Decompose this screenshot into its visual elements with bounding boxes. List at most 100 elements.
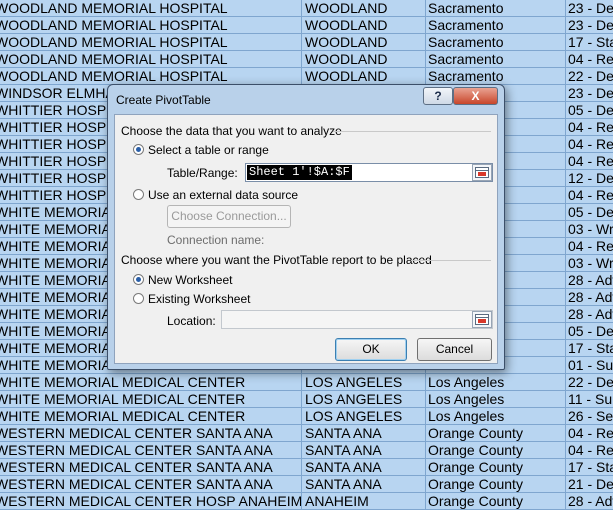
- ok-button[interactable]: OK: [335, 338, 407, 361]
- category-cell[interactable]: 21 - Dea: [565, 476, 613, 492]
- category-cell[interactable]: 11 - Sui: [565, 391, 613, 407]
- table-row[interactable]: WOODLAND MEMORIAL HOSPITAL WOODLAND Sacram…: [0, 17, 613, 34]
- external-source-radio[interactable]: [133, 189, 144, 200]
- category-cell[interactable]: 03 - Wro: [565, 221, 613, 237]
- new-worksheet-radio[interactable]: [133, 274, 144, 285]
- category-cell[interactable]: 28 - Adv: [565, 272, 613, 288]
- city-cell[interactable]: SANTA ANA: [301, 459, 425, 475]
- city-cell[interactable]: LOS ANGELES: [301, 408, 425, 424]
- table-row[interactable]: WESTERN MEDICAL CENTER HOSP ANAHEIM ANAHE…: [0, 493, 613, 510]
- hospital-cell[interactable]: WOODLAND MEMORIAL HOSPITAL: [0, 0, 301, 16]
- hospital-cell[interactable]: WHITE MEMORIAL MEDICAL CENTER: [0, 374, 301, 390]
- category-cell[interactable]: 23 - Dea: [565, 17, 613, 33]
- city-cell[interactable]: WOODLAND: [301, 0, 425, 16]
- category-cell[interactable]: 05 - Dea: [565, 102, 613, 118]
- county-cell[interactable]: Sacramento: [425, 34, 565, 50]
- county-cell[interactable]: Los Angeles: [425, 391, 565, 407]
- table-row[interactable]: WESTERN MEDICAL CENTER SANTA ANA SANTA AN…: [0, 459, 613, 476]
- category-cell[interactable]: 28 - Adv: [565, 493, 613, 509]
- hospital-cell[interactable]: WOODLAND MEMORIAL HOSPITAL: [0, 51, 301, 67]
- hospital-cell[interactable]: WESTERN MEDICAL CENTER HOSP ANAHEIM: [0, 493, 301, 509]
- location-range-button[interactable]: [472, 311, 492, 328]
- hospital-cell[interactable]: WOODLAND MEMORIAL HOSPITAL: [0, 68, 301, 84]
- table-row[interactable]: WOODLAND MEMORIAL HOSPITAL WOODLAND Sacram…: [0, 68, 613, 85]
- county-cell[interactable]: Orange County: [425, 493, 565, 509]
- category-cell[interactable]: 28 - Adv: [565, 306, 613, 322]
- county-cell[interactable]: Orange County: [425, 476, 565, 492]
- county-cell[interactable]: Sacramento: [425, 51, 565, 67]
- category-cell[interactable]: 04 - Ref: [565, 119, 613, 135]
- city-cell[interactable]: WOODLAND: [301, 17, 425, 33]
- hospital-cell[interactable]: WESTERN MEDICAL CENTER SANTA ANA: [0, 459, 301, 475]
- table-row[interactable]: WESTERN MEDICAL CENTER SANTA ANA SANTA AN…: [0, 476, 613, 493]
- category-cell[interactable]: 17 - Sta: [565, 34, 613, 50]
- external-source-label[interactable]: Use an external data source: [148, 188, 298, 202]
- category-cell[interactable]: 04 - Ref: [565, 187, 613, 203]
- location-input[interactable]: [221, 310, 493, 329]
- county-cell[interactable]: Orange County: [425, 442, 565, 458]
- category-cell[interactable]: 28 - Adv: [565, 289, 613, 305]
- category-cell[interactable]: 04 - Ref: [565, 442, 613, 458]
- hospital-cell[interactable]: WESTERN MEDICAL CENTER SANTA ANA: [0, 442, 301, 458]
- cancel-button[interactable]: Cancel: [417, 338, 492, 361]
- category-cell[interactable]: 17 - Sta: [565, 340, 613, 356]
- hospital-cell[interactable]: WHITE MEMORIAL MEDICAL CENTER: [0, 391, 301, 407]
- help-button[interactable]: ?: [423, 87, 453, 105]
- county-cell[interactable]: Sacramento: [425, 68, 565, 84]
- table-range-input[interactable]: Sheet 1'!$A:$F: [245, 163, 493, 182]
- existing-worksheet-label[interactable]: Existing Worksheet: [148, 292, 251, 306]
- city-cell[interactable]: LOS ANGELES: [301, 391, 425, 407]
- category-cell[interactable]: 17 - Sta: [565, 459, 613, 475]
- city-cell[interactable]: SANTA ANA: [301, 425, 425, 441]
- city-cell[interactable]: WOODLAND: [301, 68, 425, 84]
- category-cell[interactable]: 23 - Dea: [565, 0, 613, 16]
- category-cell[interactable]: 04 - Ref: [565, 153, 613, 169]
- city-cell[interactable]: LOS ANGELES: [301, 374, 425, 390]
- county-cell[interactable]: Los Angeles: [425, 374, 565, 390]
- hospital-cell[interactable]: WOODLAND MEMORIAL HOSPITAL: [0, 34, 301, 50]
- select-table-radio[interactable]: [133, 144, 144, 155]
- county-cell[interactable]: Orange County: [425, 459, 565, 475]
- city-cell[interactable]: WOODLAND: [301, 51, 425, 67]
- table-row[interactable]: WHITE MEMORIAL MEDICAL CENTER LOS ANGELES…: [0, 374, 613, 391]
- table-row[interactable]: WESTERN MEDICAL CENTER SANTA ANA SANTA AN…: [0, 442, 613, 459]
- category-cell[interactable]: 04 - Ref: [565, 425, 613, 441]
- existing-worksheet-radio[interactable]: [133, 293, 144, 304]
- county-cell[interactable]: Los Angeles: [425, 408, 565, 424]
- table-row[interactable]: WHITE MEMORIAL MEDICAL CENTER LOS ANGELES…: [0, 391, 613, 408]
- county-cell[interactable]: Sacramento: [425, 17, 565, 33]
- table-row[interactable]: WESTERN MEDICAL CENTER SANTA ANA SANTA AN…: [0, 425, 613, 442]
- category-cell[interactable]: 04 - Ref: [565, 136, 613, 152]
- category-cell[interactable]: 26 - Sex: [565, 408, 613, 424]
- category-cell[interactable]: 05 - Dea: [565, 204, 613, 220]
- category-cell[interactable]: 01 - Sur: [565, 357, 613, 373]
- city-cell[interactable]: SANTA ANA: [301, 476, 425, 492]
- city-cell[interactable]: SANTA ANA: [301, 442, 425, 458]
- category-cell[interactable]: 23 - Dea: [565, 85, 613, 101]
- select-table-label[interactable]: Select a table or range: [148, 143, 269, 157]
- category-cell[interactable]: 03 - Wro: [565, 255, 613, 271]
- category-cell[interactable]: 22 - Dea: [565, 68, 613, 84]
- hospital-cell[interactable]: WHITE MEMORIAL MEDICAL CENTER: [0, 408, 301, 424]
- county-cell[interactable]: Orange County: [425, 425, 565, 441]
- table-row[interactable]: WOODLAND MEMORIAL HOSPITAL WOODLAND Sacram…: [0, 0, 613, 17]
- choose-connection-button[interactable]: Choose Connection...: [167, 205, 291, 228]
- table-row[interactable]: WOODLAND MEMORIAL HOSPITAL WOODLAND Sacram…: [0, 51, 613, 68]
- category-cell[interactable]: 22 - Dea: [565, 374, 613, 390]
- close-button[interactable]: X: [453, 87, 498, 105]
- new-worksheet-label[interactable]: New Worksheet: [148, 273, 232, 287]
- category-cell[interactable]: 04 - Ref: [565, 51, 613, 67]
- hospital-cell[interactable]: WESTERN MEDICAL CENTER SANTA ANA: [0, 476, 301, 492]
- hospital-cell[interactable]: WOODLAND MEMORIAL HOSPITAL: [0, 17, 301, 33]
- table-row[interactable]: WOODLAND MEMORIAL HOSPITAL WOODLAND Sacram…: [0, 34, 613, 51]
- category-cell[interactable]: 12 - Dea: [565, 170, 613, 186]
- dialog-titlebar[interactable]: Create PivotTable ? X: [108, 85, 504, 113]
- collapse-range-button[interactable]: [472, 164, 492, 181]
- table-row[interactable]: WHITE MEMORIAL MEDICAL CENTER LOS ANGELES…: [0, 408, 613, 425]
- category-cell[interactable]: 04 - Ref: [565, 238, 613, 254]
- hospital-cell[interactable]: WESTERN MEDICAL CENTER SANTA ANA: [0, 425, 301, 441]
- city-cell[interactable]: ANAHEIM: [301, 493, 425, 509]
- county-cell[interactable]: Sacramento: [425, 0, 565, 16]
- city-cell[interactable]: WOODLAND: [301, 34, 425, 50]
- category-cell[interactable]: 05 - Dea: [565, 323, 613, 339]
